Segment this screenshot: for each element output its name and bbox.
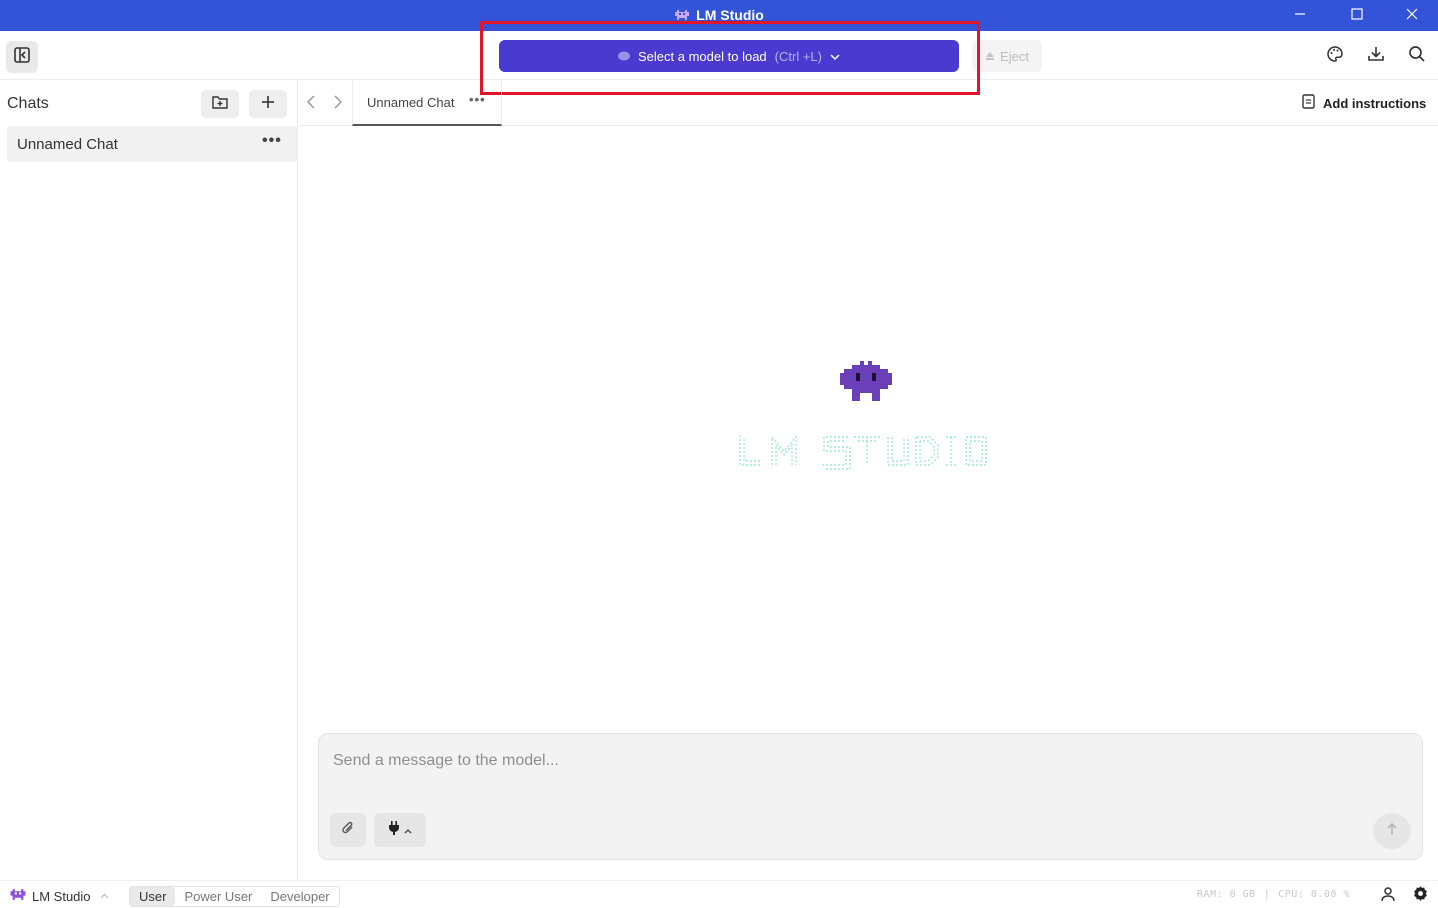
add-instructions-label: Add instructions [1323,95,1427,111]
stats-divider: | [1263,889,1271,900]
maximize-icon [1351,7,1363,25]
chat-tab-strip: Unnamed Chat ••• Add instructions [299,80,1438,126]
new-folder-button[interactable] [201,90,239,118]
sidebar-header: Chats [0,80,298,126]
settings-button[interactable] [1411,885,1429,907]
mode-developer[interactable]: Developer [261,887,338,906]
chevron-up-icon [404,821,412,839]
close-button[interactable] [1389,0,1435,31]
message-input[interactable] [333,752,1333,770]
top-toolbar: Select a model to load (Ctrl +L) Eject [0,31,1438,80]
resource-stats: RAM: 0 GB | CPU: 0.00 % [1197,889,1350,900]
chat-list-item[interactable]: Unnamed Chat ••• [7,126,297,162]
chats-sidebar: Chats Unnamed Chat ••• [0,80,298,880]
download-icon [1367,45,1385,68]
user-icon [1380,886,1396,907]
model-icon [618,49,631,64]
search-icon [1408,45,1426,68]
lm-studio-logo-icon [674,8,690,25]
window-title: LM Studio [0,7,1438,25]
chevron-up-icon [100,890,109,902]
gear-icon [1412,885,1429,907]
lm-studio-logo-icon [9,887,27,905]
document-icon [1302,94,1315,112]
mode-user[interactable]: User [130,887,176,906]
eject-icon [985,49,995,64]
tab-unnamed-chat[interactable]: Unnamed Chat ••• [352,80,502,126]
attach-file-button[interactable] [330,813,366,847]
lm-studio-mascot-icon [840,360,892,402]
sidebar-toggle-icon [13,46,31,69]
eject-label: Eject [1000,48,1029,64]
status-bar: LM Studio User Power User Developer RAM:… [0,880,1438,908]
mode-power-user[interactable]: Power User [175,887,261,906]
integrations-button[interactable] [374,813,426,847]
arrow-up-icon [1386,822,1398,841]
plus-icon [261,95,275,114]
ram-usage: RAM: 0 GB [1197,889,1256,900]
app-menu-button[interactable]: LM Studio [9,887,109,905]
sidebar-toggle-button[interactable] [6,41,38,73]
paperclip-icon [341,820,355,841]
forward-arrow-icon[interactable] [332,94,348,110]
tab-label: Unnamed Chat [367,95,455,110]
chevron-down-icon [830,49,840,64]
maximize-button[interactable] [1334,0,1380,31]
palette-icon [1326,45,1344,68]
cpu-usage: CPU: 0.00 % [1278,889,1350,900]
search-button[interactable] [1406,45,1428,67]
folder-plus-icon [212,95,228,114]
plug-icon [388,820,400,840]
model-select-shortcut: (Ctrl +L) [774,48,822,64]
user-profile-button[interactable] [1379,886,1397,907]
brand-label: LM Studio [32,888,91,904]
mode-switcher: User Power User Developer [129,886,340,907]
close-icon [1406,7,1418,25]
model-select-button[interactable]: Select a model to load (Ctrl +L) [499,40,959,72]
tab-options-button[interactable]: ••• [469,92,486,107]
lm-studio-wordmark-logo [736,431,994,471]
downloads-button[interactable] [1365,45,1387,67]
chat-list-item-name: Unnamed Chat [17,136,118,153]
sidebar-title: Chats [7,95,49,112]
theme-button[interactable] [1324,45,1346,67]
title-bar: LM Studio [0,0,1438,31]
back-arrow-icon[interactable] [305,94,321,110]
minimize-icon [1294,7,1306,25]
eject-button[interactable]: Eject [972,40,1042,72]
message-composer [318,733,1423,860]
model-select-label: Select a model to load [638,48,767,64]
minimize-button[interactable] [1277,0,1323,31]
window-title-text: LM Studio [696,7,764,23]
send-button[interactable] [1373,813,1411,849]
chat-options-button[interactable]: ••• [262,132,282,150]
add-instructions-button[interactable]: Add instructions [1302,94,1426,112]
new-chat-button[interactable] [249,90,287,118]
